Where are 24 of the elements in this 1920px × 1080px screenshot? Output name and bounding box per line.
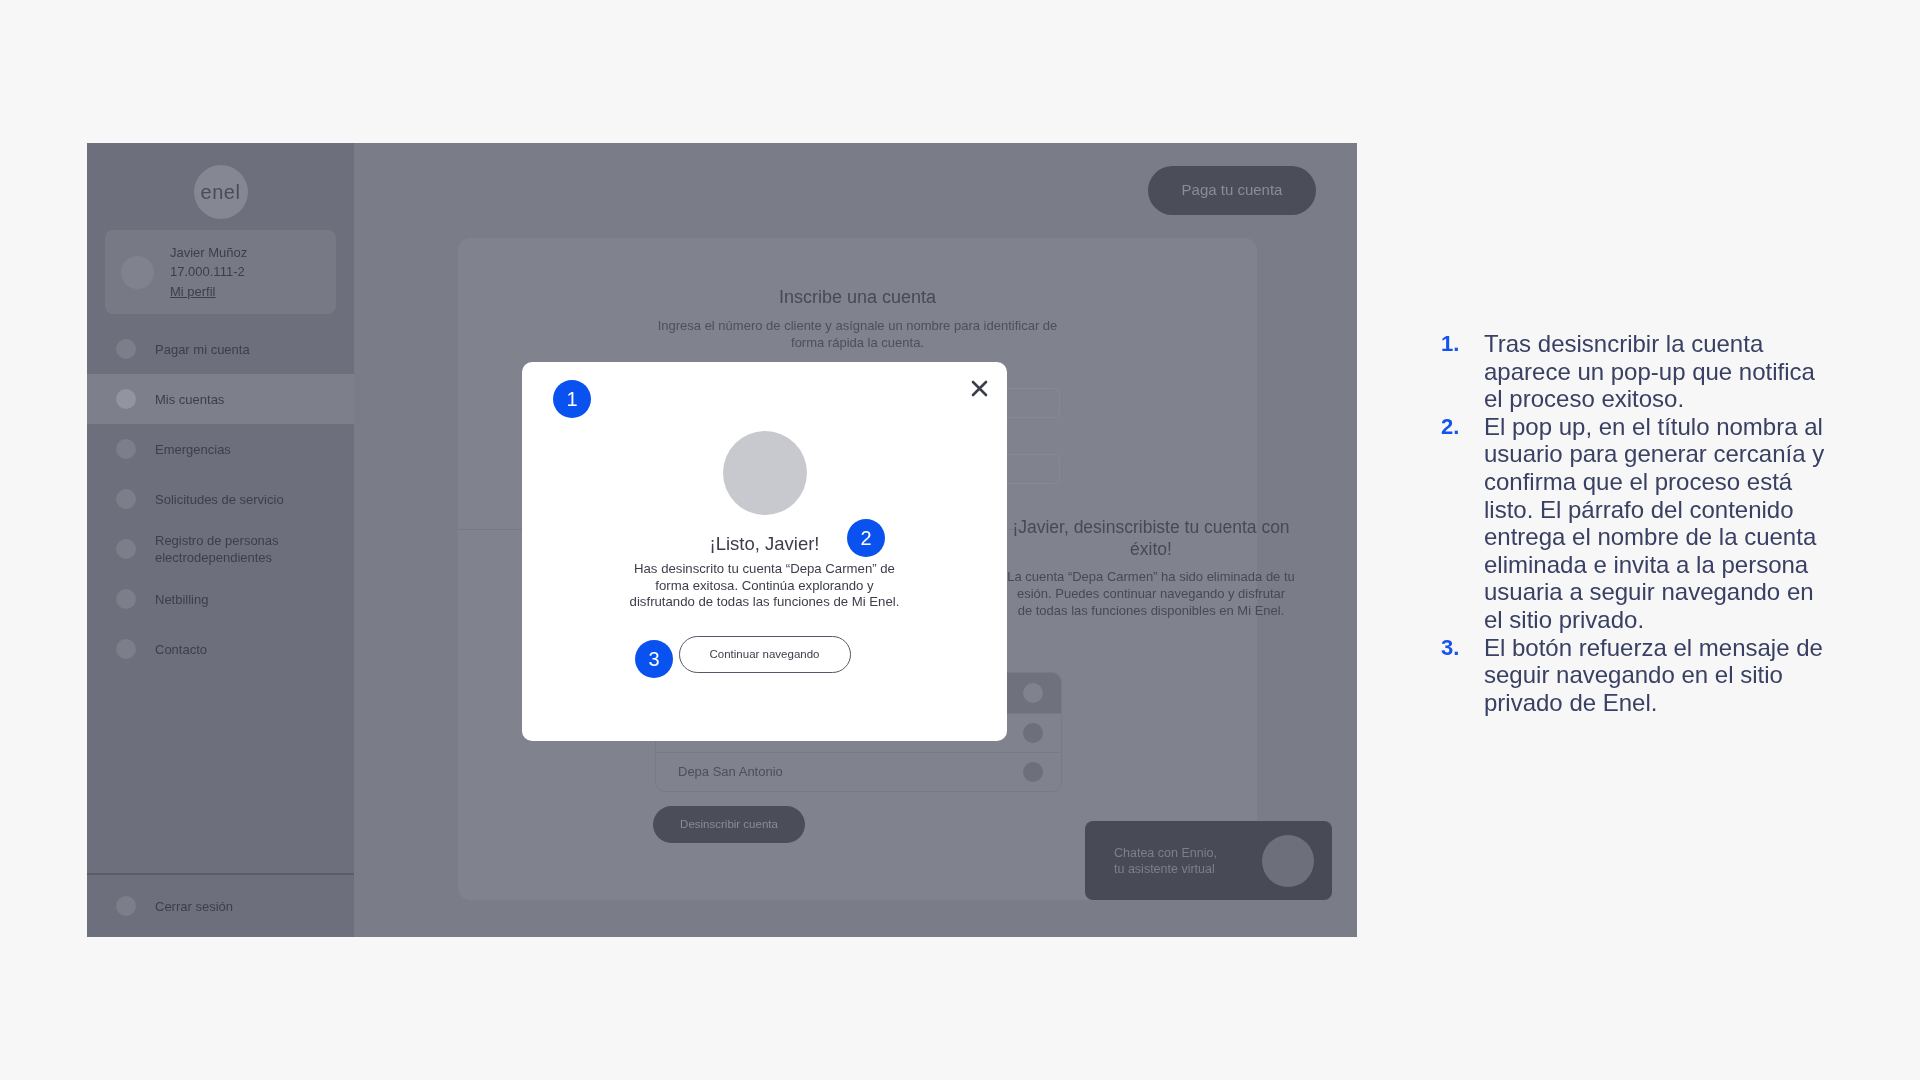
- step-marker: 2: [847, 519, 885, 557]
- note-number: 1.: [1441, 330, 1461, 358]
- success-text: esión. Puedes continuar navegando y disfrutar: [1015, 585, 1287, 602]
- close-icon[interactable]: [971, 380, 988, 397]
- note-text: Tras desisncribir la cuenta aparece un pop-up que notifica el proceso exitoso.: [1484, 330, 1816, 413]
- nav-item[interactable]: Mis cuentas: [87, 374, 354, 424]
- success-text: de todas las funciones disponibles en Mi Enel.: [1016, 602, 1286, 619]
- unsubscribe-button[interactable]: Desinscribir cuenta: [653, 806, 805, 843]
- profile-link[interactable]: Mi perfil: [170, 283, 216, 299]
- assistant-avatar-icon: [1262, 834, 1314, 887]
- step-marker: 3: [635, 640, 673, 678]
- logo: enel: [193, 165, 248, 219]
- user-id: 17.000.111-2: [170, 263, 246, 282]
- pay-button[interactable]: Paga tu cuenta: [1148, 166, 1316, 215]
- form-title: Inscribe una cuenta: [777, 286, 938, 309]
- note-text: El botón refuerza el mensaje de seguir navegando en el sitio privado de Enel.: [1484, 633, 1824, 717]
- step-marker: 1: [553, 380, 591, 418]
- note-text: El pop up, en el título nombra al usuario para generar cercanía y confirma que el proceso está listo. El párrafo del contenido entrega el nombre de la cuenta eliminada e invita a la persona usuaria a seguir navegando en el sitio privado.: [1484, 412, 1826, 634]
- modal-title: ¡Listo, Javier!: [709, 532, 820, 556]
- note-number: 2.: [1441, 412, 1461, 441]
- note-number: 3.: [1441, 633, 1461, 662]
- continue-button[interactable]: Continuar navegando: [678, 635, 851, 673]
- user-name: Javier Muñoz: [170, 243, 248, 262]
- modal-text: Has desinscrito tu cuenta “Depa Carmen” de forma exitosa. Continúa explorando y disfrutando de todas las funciones de Mi Enel.: [628, 561, 901, 611]
